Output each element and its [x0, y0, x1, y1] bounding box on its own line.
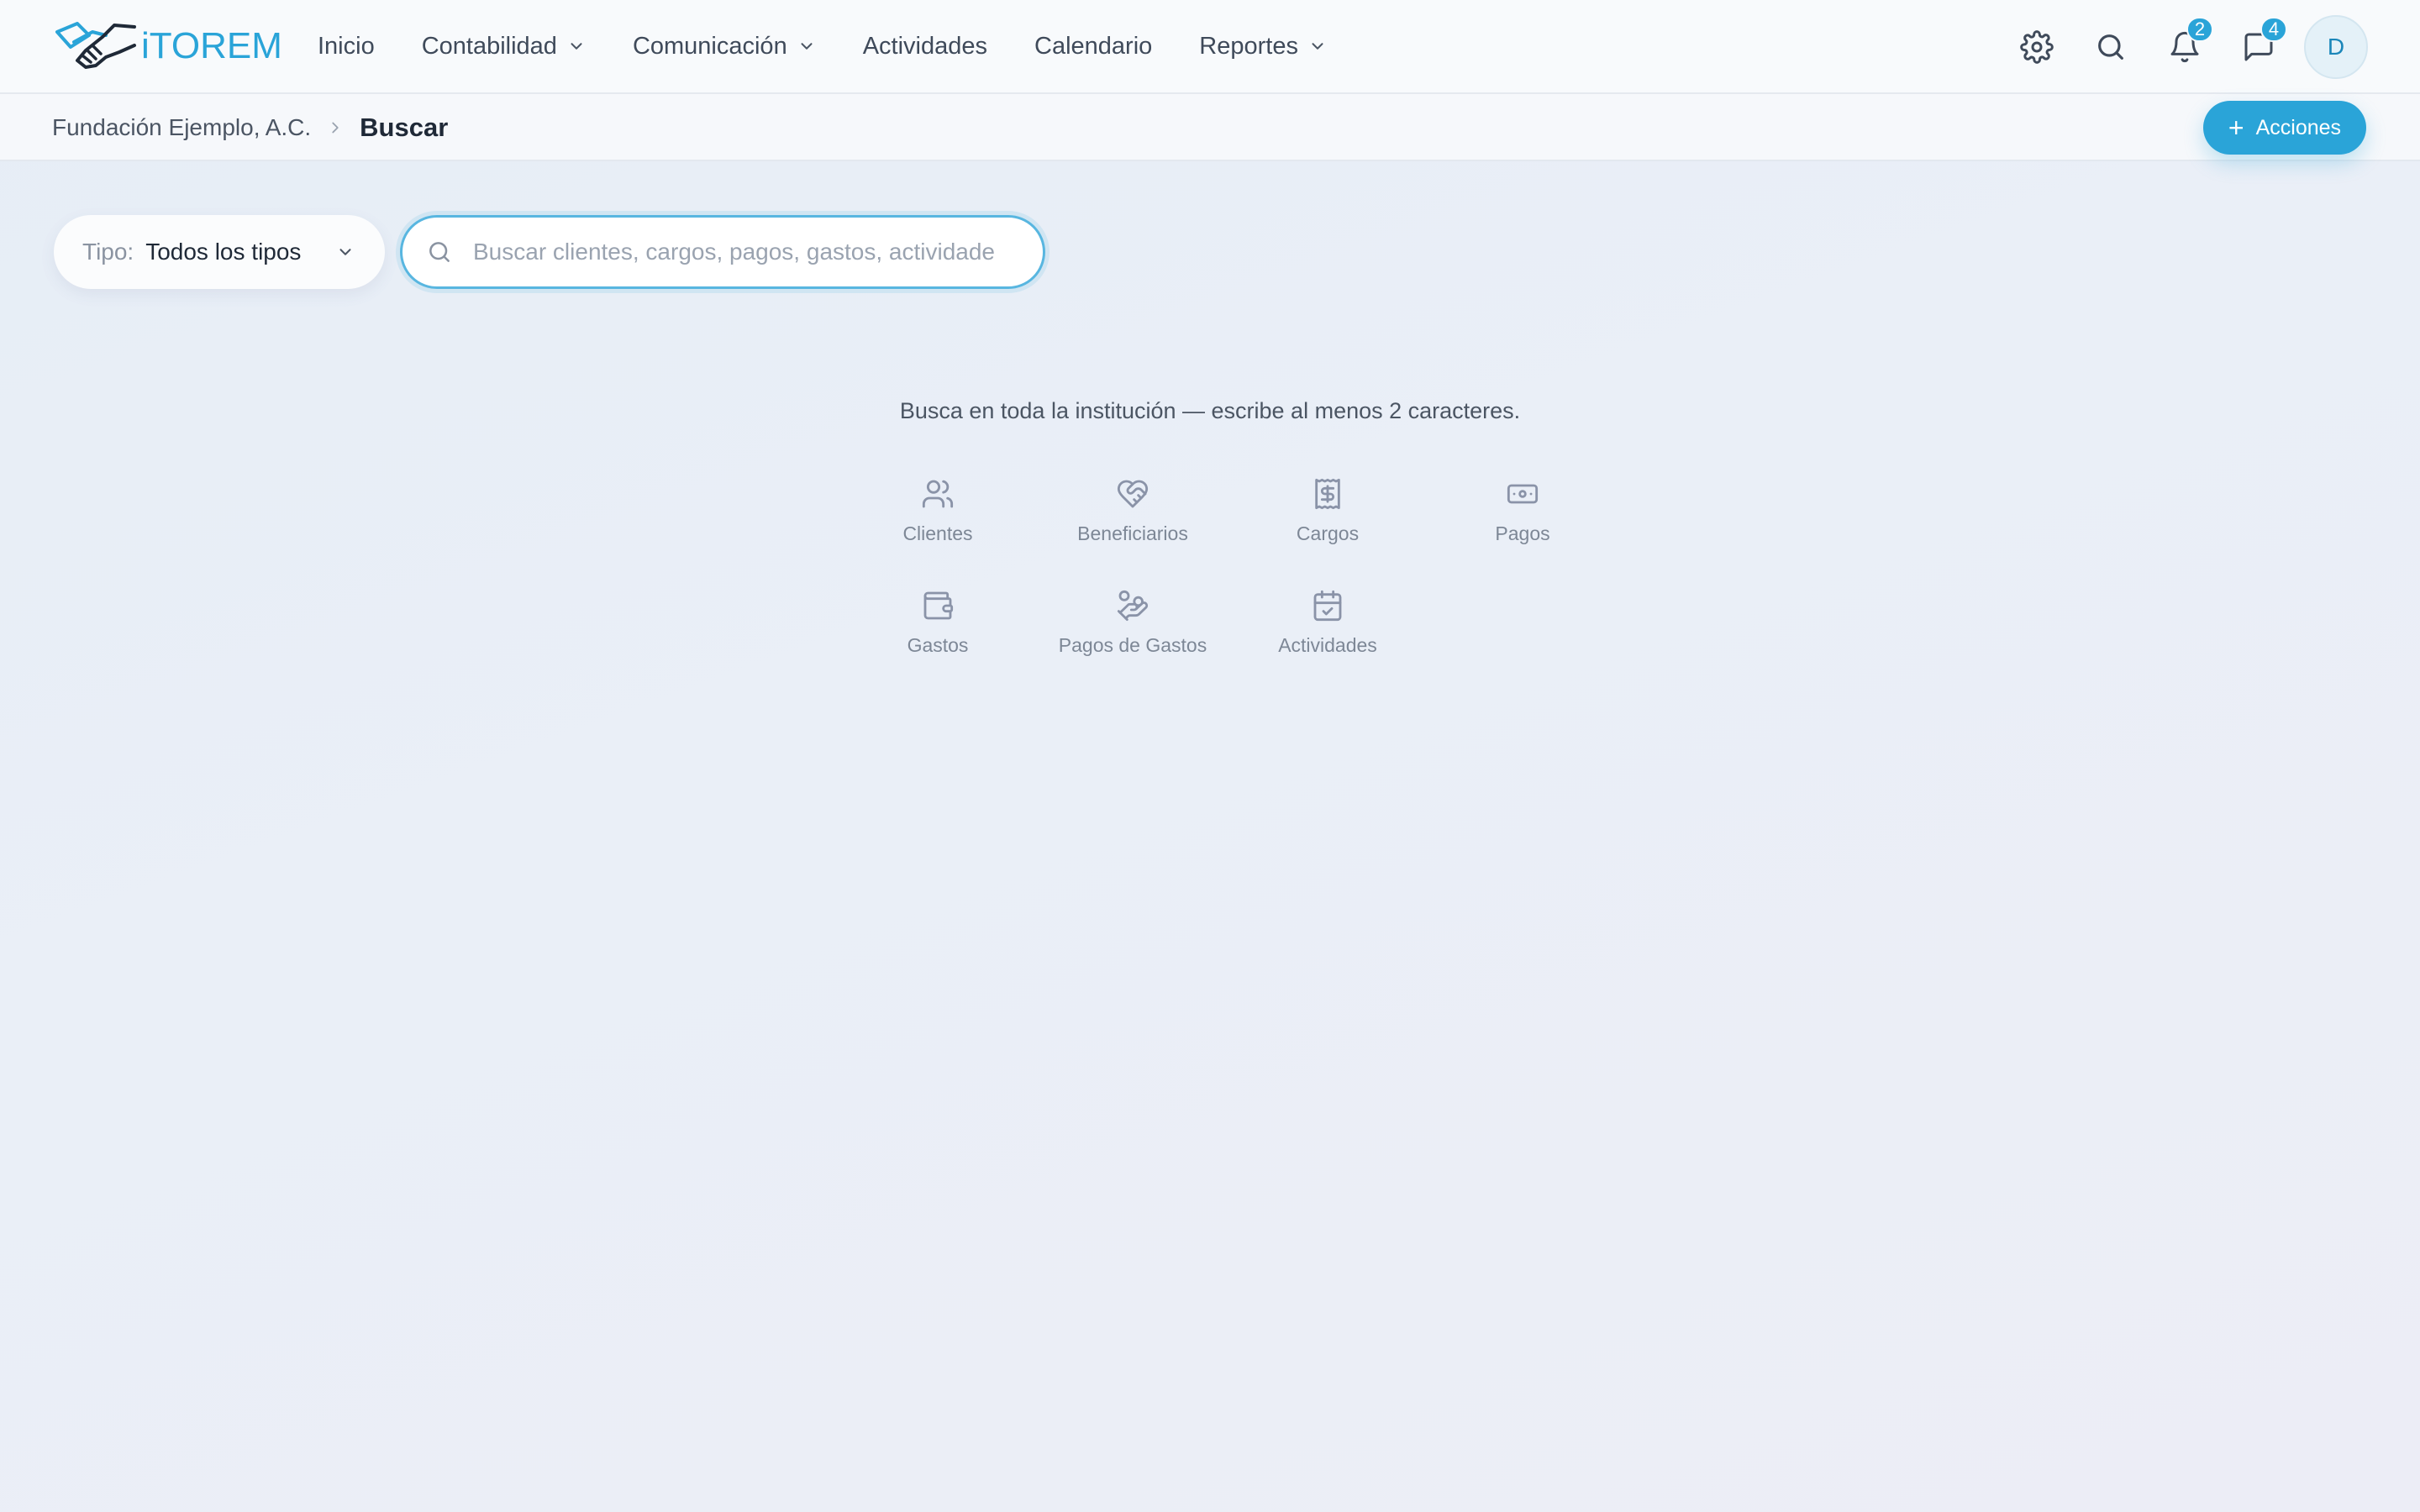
category-pagos-de-gastos[interactable]: Pagos de Gastos [1035, 589, 1230, 657]
heart-handshake-icon [1117, 480, 1149, 508]
type-filter-value: Todos los tipos [145, 239, 302, 265]
category-label: Beneficiarios [1077, 522, 1188, 544]
messages-button[interactable]: 4 [2227, 15, 2291, 79]
type-filter-label: Tipo: [82, 239, 134, 265]
breadcrumb-parent[interactable]: Fundación Ejemplo, A.C. [52, 114, 311, 141]
global-search-field[interactable] [400, 215, 1045, 289]
search-icon [429, 242, 450, 262]
user-avatar[interactable]: D [2304, 15, 2368, 79]
category-cargos[interactable]: Cargos [1230, 477, 1425, 545]
search-hint: Busca en toda la institución — escribe a… [899, 398, 1521, 423]
nav-item-comunicacion[interactable]: Comunicación [633, 33, 816, 60]
chevron-down-icon [571, 43, 582, 50]
app-logo[interactable]: iTOREM [52, 17, 282, 76]
users-icon [922, 480, 954, 508]
nav-label: Reportes [1199, 32, 1298, 60]
breadcrumb-bar: Fundación Ejemplo, A.C. Buscar + Accione… [0, 94, 2420, 161]
chevron-down-icon [339, 249, 351, 255]
banknote-icon [1507, 484, 1539, 504]
category-label: Gastos [907, 634, 969, 656]
nav-item-contabilidad[interactable]: Contabilidad [422, 33, 586, 60]
category-actividades[interactable]: Actividades [1230, 589, 1425, 657]
wallet-icon [923, 591, 954, 620]
brand-name: iTOREM [141, 25, 282, 66]
nav-item-actividades[interactable]: Actividades [863, 33, 987, 60]
nav-label: Actividades [862, 32, 988, 60]
plus-icon: + [2228, 113, 2244, 143]
search-input[interactable] [473, 239, 994, 265]
category-beneficiarios[interactable]: Beneficiarios [1035, 477, 1230, 545]
breadcrumb: Fundación Ejemplo, A.C. Buscar [52, 94, 448, 161]
nav-label: Contabilidad [421, 32, 557, 60]
notifications-button[interactable]: 2 [2153, 15, 2217, 79]
category-label: Pagos [1495, 522, 1550, 544]
nav-label: Calendario [1034, 32, 1153, 60]
nav-item-inicio[interactable]: Inicio [318, 33, 375, 60]
category-label: Actividades [1278, 634, 1377, 656]
category-label: Clientes [902, 522, 973, 544]
main-nav: Inicio Contabilidad Comunicación Activid… [318, 0, 1374, 92]
chevron-down-icon [801, 43, 813, 50]
category-label: Cargos [1296, 522, 1360, 544]
category-gastos[interactable]: Gastos [840, 589, 1035, 657]
messages-badge: 4 [2260, 17, 2287, 42]
chevron-down-icon [1312, 43, 1323, 50]
type-filter-select[interactable]: Tipo: Todos los tipos [54, 215, 385, 289]
nav-label: Inicio [318, 32, 375, 60]
nav-label: Comunicación [632, 32, 787, 60]
handshake-logo-icon [55, 22, 136, 69]
search-categories: Clientes Beneficiarios Cargos Pagos Gast… [840, 477, 1620, 657]
nav-item-calendario[interactable]: Calendario [1034, 33, 1152, 60]
nav-item-reportes[interactable]: Reportes [1199, 33, 1327, 60]
receipt-dollar-icon [1315, 478, 1340, 510]
gear-icon [2020, 30, 2054, 64]
actions-button[interactable]: + Acciones [2203, 101, 2366, 155]
chevron-right-icon [332, 122, 339, 134]
actions-label: Acciones [2255, 115, 2342, 139]
category-clientes[interactable]: Clientes [840, 477, 1035, 545]
category-label: Pagos de Gastos [1058, 634, 1207, 656]
category-pagos[interactable]: Pagos [1425, 477, 1620, 545]
calendar-check-icon [1313, 590, 1342, 622]
top-navbar: iTOREM Inicio Contabilidad Comunicación … [0, 0, 2420, 94]
search-icon [2098, 34, 2123, 60]
notifications-badge: 2 [2186, 17, 2213, 42]
search-button[interactable] [2079, 15, 2143, 79]
page-title: Buscar [360, 113, 449, 142]
header-actions: 2 4 D [1995, 15, 2368, 79]
hand-coins-icon [1117, 590, 1149, 622]
settings-button[interactable] [2005, 15, 2069, 79]
